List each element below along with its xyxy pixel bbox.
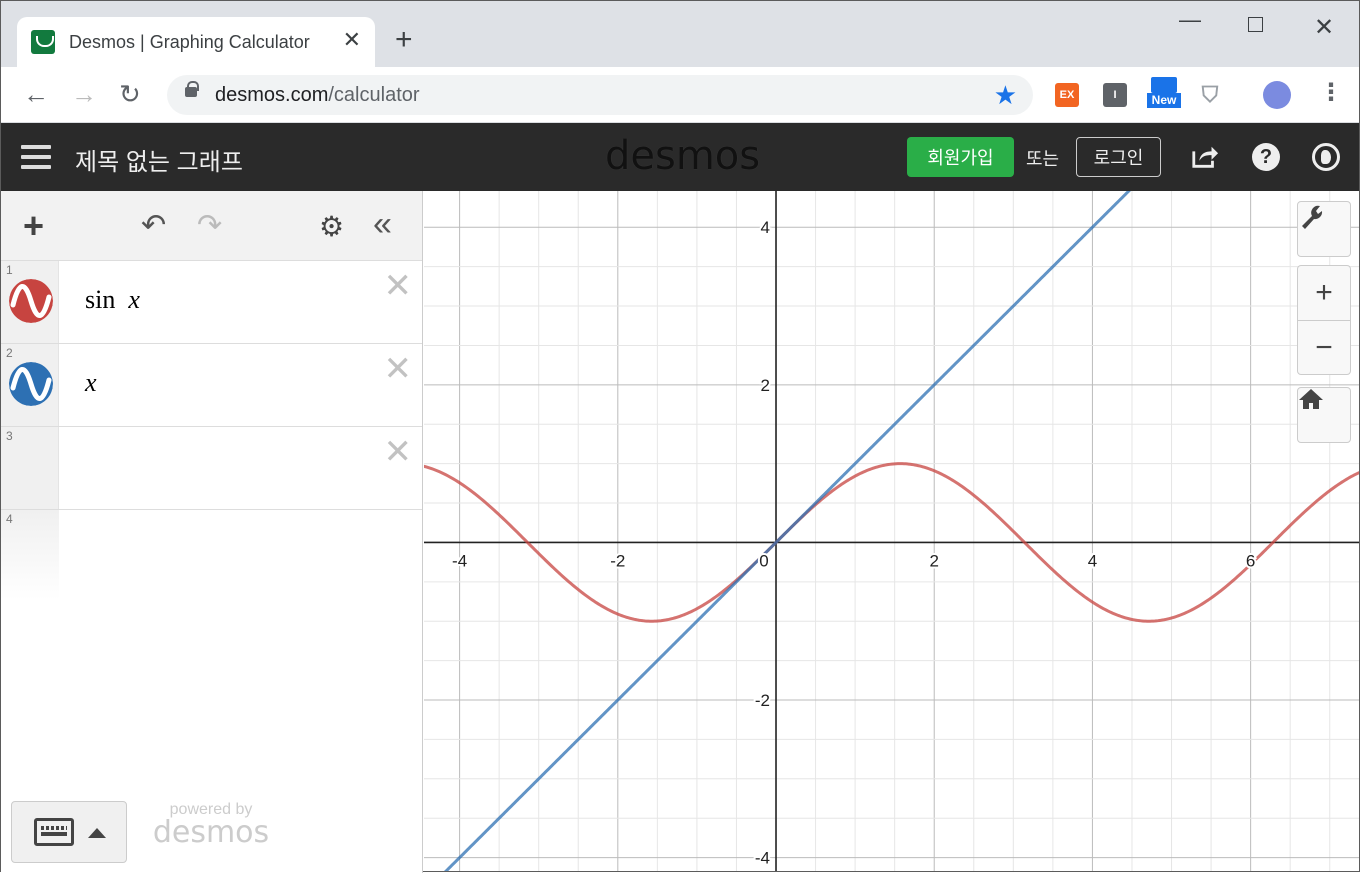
maximize-icon[interactable] [1248,17,1263,32]
caret-up-icon [88,828,106,838]
redo-icon[interactable]: ↷ [197,211,222,241]
expression-math[interactable]: x [85,368,97,398]
browser-window: Desmos | Graphing Calculator ✕ + — ✕ ← →… [0,0,1360,873]
signup-button[interactable]: 회원가입 [907,137,1014,177]
expression-index: 2 [6,346,13,360]
expression-gutter: 1 [1,261,59,343]
back-arrow-icon[interactable]: ← [23,79,49,109]
reload-icon[interactable]: ↻ [119,79,141,109]
tab-title: Desmos | Graphing Calculator [69,31,310,52]
login-button[interactable]: 로그인 [1076,137,1161,177]
expression-panel: + ↶ ↷ ⚙ « 1 sin x ✕ 2 x ✕ 3 ✕ 4 powered … [1,191,423,873]
expression-gutter: 4 [1,510,59,600]
zoom-group: + − [1297,265,1351,375]
address-bar[interactable]: desmos.com/calculator ★ [167,75,1033,115]
expression-index: 1 [6,263,13,277]
delete-expression-icon[interactable]: ✕ [384,269,413,303]
browser-toolbar: ← → ↻ desmos.com/calculator ★ EX I New ⛉… [1,67,1359,123]
hamburger-menu-icon[interactable] [21,145,51,169]
desmos-header: 제목 없는 그래프 desmos 회원가입 또는 로그인 ? [1,123,1359,191]
browser-tab[interactable]: Desmos | Graphing Calculator ✕ [17,17,375,67]
extension-i-icon[interactable]: I [1103,83,1127,107]
x-tick-label: -4 [452,551,467,570]
x-tick-label: 2 [929,551,938,570]
url-text: desmos.com/calculator [215,84,420,106]
help-icon[interactable]: ? [1252,143,1280,171]
powered-by-desmos: powered by desmos [152,801,270,850]
undo-icon[interactable]: ↶ [141,211,166,241]
tab-close-icon[interactable]: ✕ [343,29,361,51]
desmos-favicon-icon [31,30,55,54]
expression-item-2[interactable]: 2 x ✕ [1,344,422,427]
or-label: 또는 [1026,149,1060,169]
window-close-icon[interactable]: ✕ [1314,13,1334,42]
expression-index: 3 [6,429,13,443]
y-tick-label: 2 [761,376,770,395]
add-expression-button[interactable]: + [23,208,44,244]
lock-icon [185,81,199,97]
desmos-logo: desmos [605,133,761,179]
x-tick-label: -2 [610,551,625,570]
globe-icon[interactable] [1312,143,1340,171]
expression-toolbar: + ↶ ↷ ⚙ « [1,191,422,261]
x-tick-label: 6 [1246,551,1255,570]
browser-menu-icon[interactable]: ⋮ [1319,79,1343,107]
delete-expression-icon[interactable]: ✕ [384,435,413,469]
settings-gear-icon[interactable]: ⚙ [319,213,344,241]
keyboard-toggle-button[interactable] [11,801,127,863]
home-group [1297,387,1351,443]
color-swatch-icon[interactable] [9,279,53,323]
x-tick-label: 4 [1088,551,1097,570]
tab-strip: Desmos | Graphing Calculator ✕ + — ✕ [1,1,1359,67]
expression-item-1[interactable]: 1 sin x ✕ [1,261,422,344]
share-icon[interactable] [1191,143,1219,171]
extension-ex-icon[interactable]: EX [1055,83,1079,107]
zoom-out-icon[interactable]: − [1298,320,1350,374]
expression-item-3[interactable]: 3 ✕ [1,427,422,510]
graph-canvas[interactable]: -4 -2 0 2 4 6 -4 -2 2 4 [424,191,1359,871]
expression-index: 4 [6,512,13,526]
expression-item-4[interactable]: 4 [1,510,422,600]
series-curve-identity [444,191,1131,871]
delete-expression-icon[interactable]: ✕ [384,352,413,386]
wrench-icon[interactable] [1298,202,1350,256]
extension-shield-icon[interactable]: ⛉ [1198,82,1222,107]
expression-gutter: 2 [1,344,59,426]
new-tab-button[interactable]: + [395,25,413,55]
x-tick-label: 0 [759,551,768,570]
color-swatch-icon[interactable] [9,362,53,406]
graph-title[interactable]: 제목 없는 그래프 [75,142,243,177]
y-tick-label: 4 [761,218,770,237]
collapse-panel-icon[interactable]: « [373,207,392,241]
forward-arrow-icon[interactable]: → [71,79,97,109]
graph-paper[interactable]: -4 -2 0 2 4 6 -4 -2 2 4 + − [424,191,1359,871]
bookmark-star-icon[interactable]: ★ [994,80,1017,111]
profile-avatar[interactable] [1263,81,1291,109]
y-tick-label: -4 [755,849,770,868]
extension-new-icon[interactable]: New [1147,77,1181,109]
expression-math[interactable]: sin x [85,285,140,315]
keyboard-icon [34,818,74,846]
minimize-icon[interactable]: — [1179,7,1201,33]
zoom-in-icon[interactable]: + [1298,266,1350,320]
graph-settings-group [1297,201,1351,257]
home-icon[interactable] [1298,388,1350,442]
y-tick-label: -2 [755,691,770,710]
expression-gutter: 3 [1,427,59,509]
